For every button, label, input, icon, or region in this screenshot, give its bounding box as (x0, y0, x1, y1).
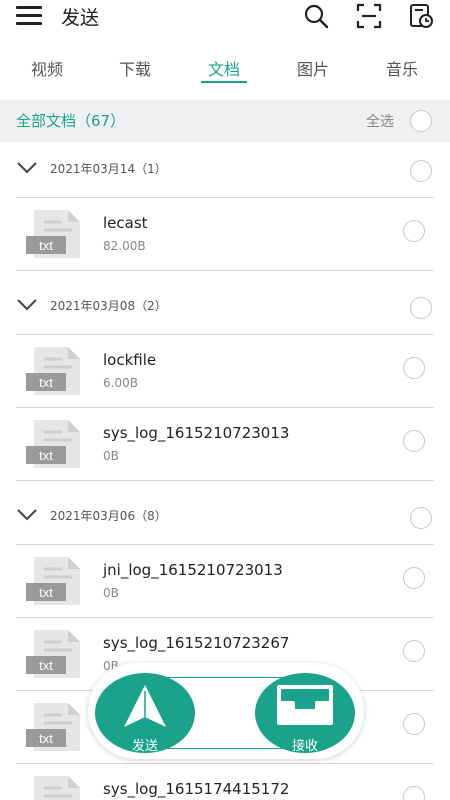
file-type-badge: txt (39, 238, 53, 253)
file-size: 0B (103, 449, 119, 463)
menu-icon[interactable] (16, 6, 42, 26)
file-select-radio[interactable] (403, 786, 425, 800)
page-title: 发送 (61, 7, 100, 29)
chevron-down-icon[interactable] (16, 161, 38, 175)
group-select-radio[interactable] (410, 160, 432, 182)
divider (16, 480, 434, 481)
file-select-radio[interactable] (403, 220, 425, 242)
file-type-badge: txt (39, 448, 53, 463)
file-name: jni_log_1615210723013 (103, 561, 283, 579)
divider (16, 270, 434, 271)
txt-file-icon: txt (26, 420, 80, 468)
chevron-down-icon[interactable] (16, 298, 38, 312)
file-select-radio[interactable] (403, 713, 425, 735)
app-header: 发送 (0, 0, 450, 34)
file-select-radio[interactable] (403, 640, 425, 662)
txt-file-icon: txt (26, 347, 80, 395)
file-size: 82.00B (103, 239, 146, 253)
group-select-radio[interactable] (410, 297, 432, 319)
tab-images[interactable]: 图片 (283, 56, 343, 80)
send-button[interactable]: 发送 (95, 673, 195, 754)
tab-download[interactable]: 下载 (105, 56, 165, 80)
file-type-badge: txt (39, 375, 53, 390)
txt-file-icon: txt (26, 630, 80, 678)
documents-summary-bar: 全部文档（67） 全选 (0, 100, 450, 142)
date-group-header[interactable]: 2021年03月06（8） (0, 500, 450, 536)
file-row[interactable]: txt lockfile 6.00B (0, 335, 450, 407)
txt-file-icon: txt (34, 776, 80, 800)
active-tab-indicator (201, 81, 247, 83)
txt-file-icon: txt (26, 210, 80, 258)
tab-music[interactable]: 音乐 (372, 56, 432, 80)
file-name: lockfile (103, 351, 157, 369)
file-name: lecast (103, 214, 148, 232)
txt-file-icon: txt (26, 703, 80, 751)
file-size: 0B (103, 586, 119, 600)
file-row[interactable]: txt sys_log_1615210723013 0B (0, 408, 450, 480)
scan-icon[interactable] (356, 3, 382, 29)
date-group-header[interactable]: 2021年03月14（1） (0, 153, 450, 189)
receive-label: 接收 (291, 739, 318, 754)
tab-video[interactable]: 视频 (17, 56, 77, 80)
chevron-down-icon[interactable] (16, 508, 38, 522)
category-tabs: 视频 下载 文档 图片 音乐 (0, 50, 450, 86)
search-icon[interactable] (303, 3, 329, 29)
send-arrow-icon (124, 685, 166, 727)
file-row[interactable]: txt lecast 82.00B (0, 198, 450, 270)
file-select-radio[interactable] (403, 430, 425, 452)
file-type-badge: txt (39, 585, 53, 600)
receive-button[interactable]: 接收 (255, 673, 355, 754)
inbox-tray-icon (277, 685, 333, 725)
date-group-label: 2021年03月06（8） (50, 509, 167, 523)
date-group-header[interactable]: 2021年03月08（2） (0, 290, 450, 326)
history-icon[interactable] (408, 3, 434, 29)
tab-documents[interactable]: 文档 (194, 56, 254, 80)
file-name: sys_log_1615210723267 (103, 634, 290, 652)
send-label: 发送 (131, 739, 158, 754)
file-size: 6.00B (103, 376, 138, 390)
file-row[interactable]: txt jni_log_1615210723013 0B (0, 545, 450, 617)
select-all-radio[interactable] (410, 110, 432, 132)
documents-count-title: 全部文档（67） (16, 112, 126, 130)
file-select-radio[interactable] (403, 357, 425, 379)
date-group-label: 2021年03月08（2） (50, 299, 167, 313)
file-name: sys_log_1615174415172 (103, 780, 290, 798)
group-select-radio[interactable] (410, 507, 432, 529)
date-group-label: 2021年03月14（1） (50, 162, 167, 176)
file-type-badge: txt (39, 658, 53, 673)
file-row[interactable]: txt sys_log_1615174415172 (0, 764, 450, 800)
txt-file-icon: txt (26, 557, 80, 605)
file-type-badge: txt (39, 731, 53, 746)
file-name: sys_log_1615210723013 (103, 424, 290, 442)
select-all-label[interactable]: 全选 (366, 111, 394, 131)
file-select-radio[interactable] (403, 567, 425, 589)
